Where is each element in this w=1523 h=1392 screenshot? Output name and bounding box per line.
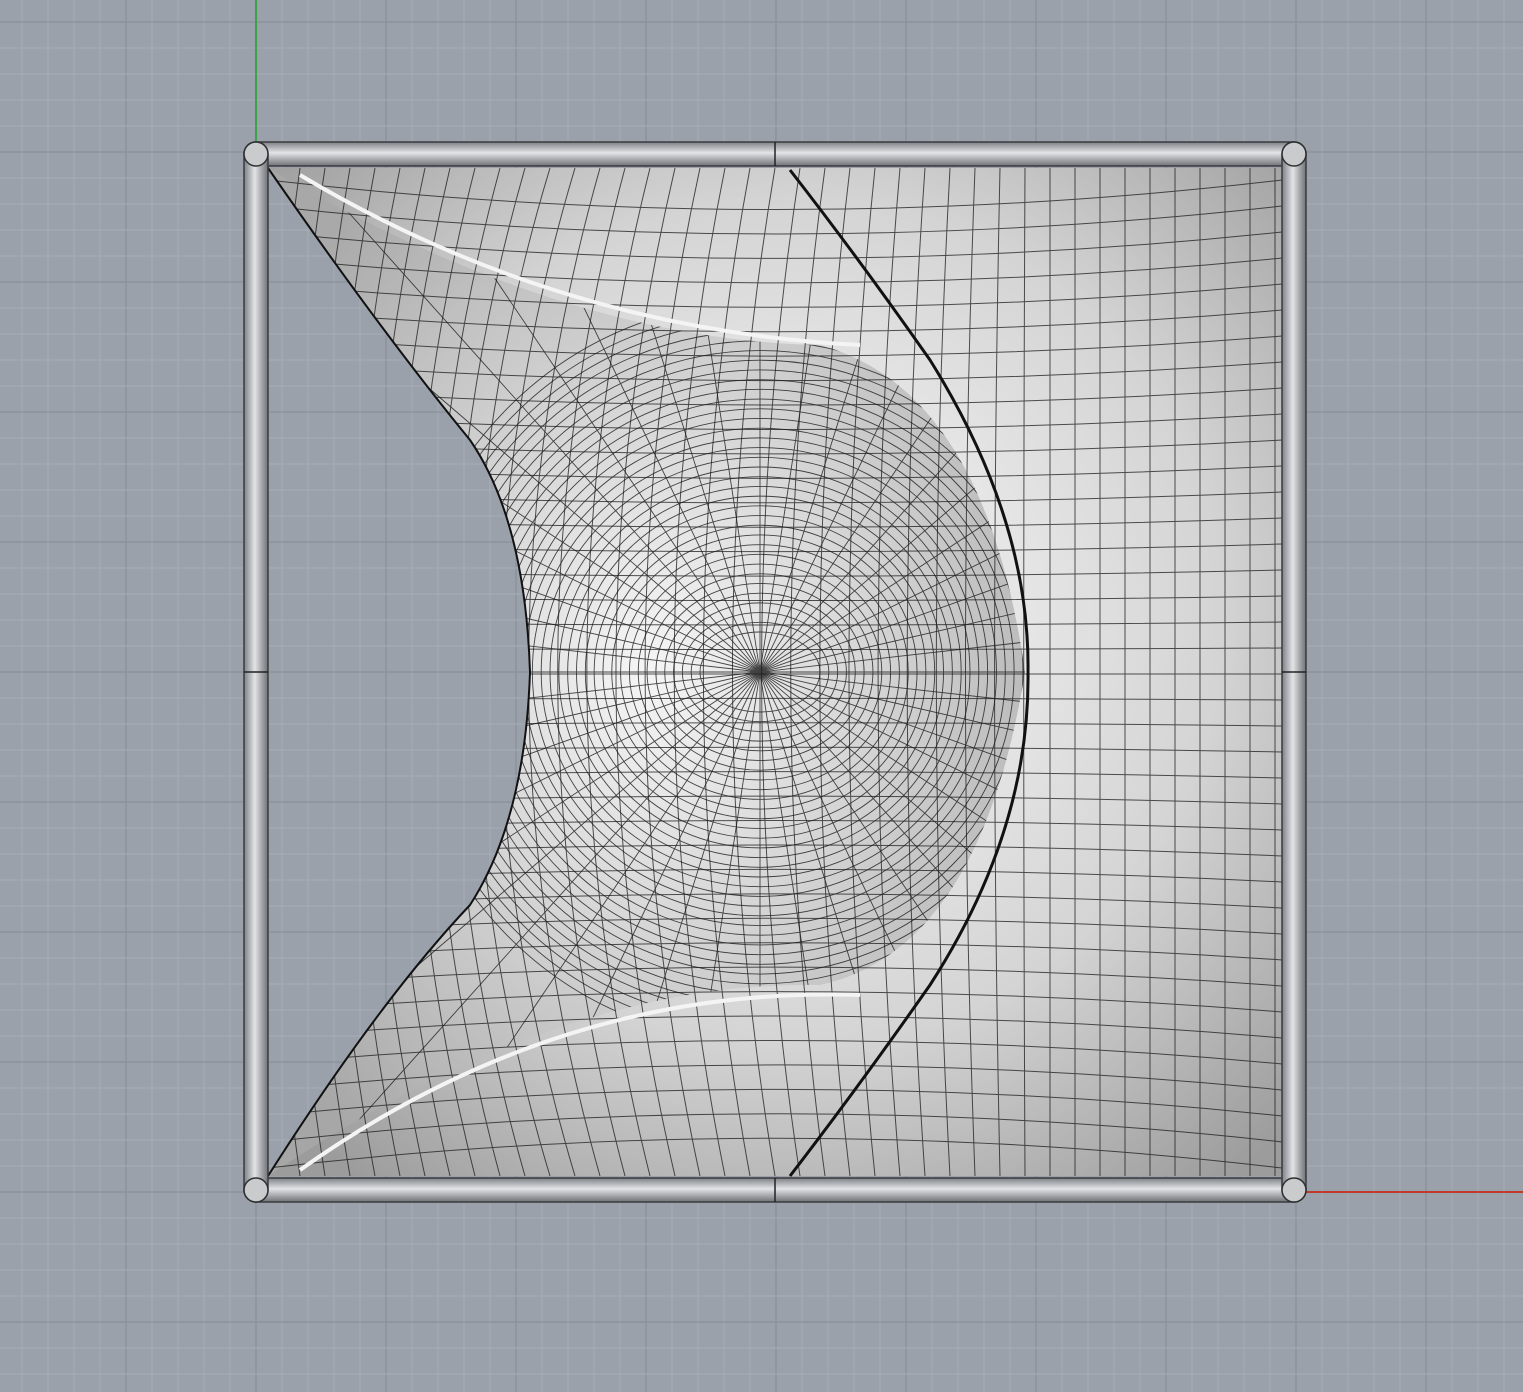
corner-joint — [243, 1177, 269, 1203]
corner-joint — [1281, 1177, 1307, 1203]
viewport-canvas[interactable] — [0, 0, 1523, 1392]
corner-joint — [243, 141, 269, 167]
corner-joint — [1281, 141, 1307, 167]
3d-viewport[interactable] — [0, 0, 1523, 1392]
